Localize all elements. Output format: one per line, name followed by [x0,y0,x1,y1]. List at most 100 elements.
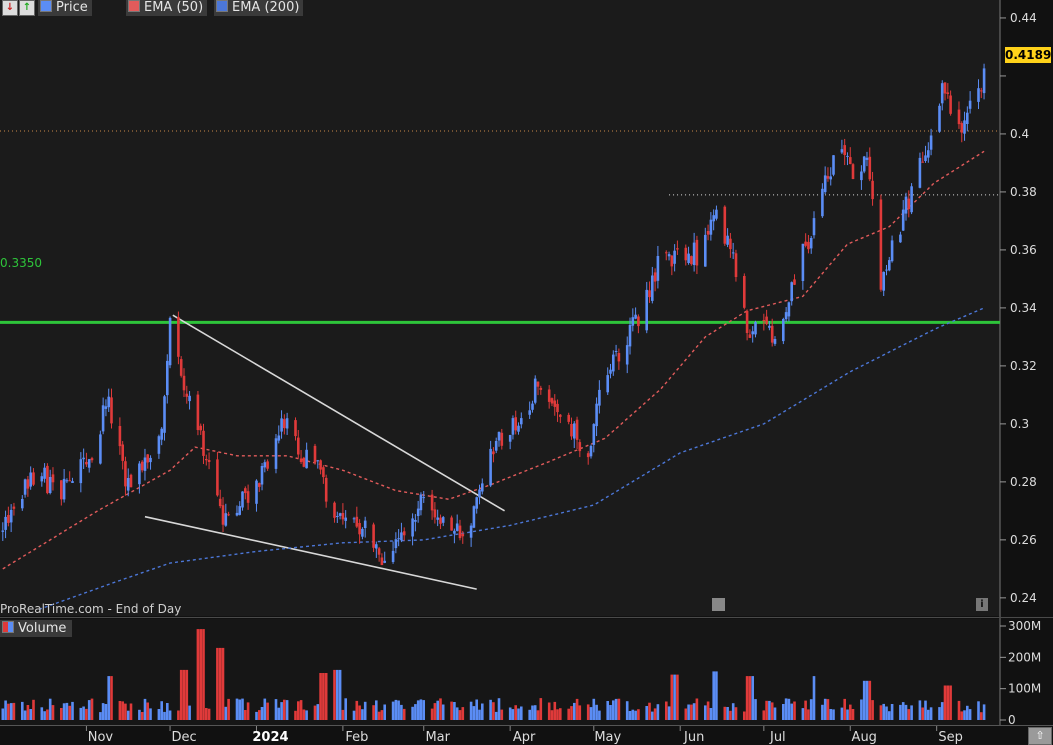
candle-body [453,530,456,534]
volume-bar [168,710,172,720]
volume-bar [294,710,297,720]
volume-bar [940,702,944,720]
volume-bar [107,676,110,720]
volume-bar [453,702,456,720]
volume-bar [126,710,130,720]
candle-body [690,256,693,265]
candle-body [508,435,512,442]
candle-body [556,403,559,413]
candle-body [51,474,55,483]
candle-body [263,462,267,468]
volume-bar [489,699,492,720]
candle-body [402,531,406,536]
volume-bar [104,704,108,720]
volume-bar [216,647,219,720]
volume-bar [394,699,398,720]
candle-body [166,360,169,396]
volume-bar [68,705,71,720]
month-label: Aug [852,730,877,745]
candle-body [227,514,230,516]
volume-bar [980,712,983,720]
volume-bar [402,708,406,720]
volume-bar [533,705,537,720]
volume-bar [277,707,281,720]
volume-bar [578,705,582,720]
volume-bar [46,709,49,720]
candle-body [129,474,133,488]
candle-body [333,502,336,518]
volume-bar [553,701,557,720]
current-price-tag: 0.4189 [1005,47,1052,63]
candle-body [285,418,289,429]
candle-body [146,454,149,463]
volume-bar [481,703,484,720]
legend-ema200[interactable]: EMA (200) [214,0,304,16]
volume-bar [665,701,668,720]
volume-bar [99,712,102,720]
volume-bar [436,700,439,720]
volume-bar [478,709,481,720]
candle-body [729,238,732,250]
volume-bar [352,710,356,720]
price-chart[interactable]: 0.24 0.26 0.28 0.3 0.32 0.34 0.36 0.38 0.4 0.44 0… [0,0,1053,745]
volume-bar [224,706,228,720]
arrow-down-icon[interactable]: ↓ [2,0,18,16]
candle-body [302,457,306,467]
volume-tick-label: 200M [1008,650,1041,664]
volume-bar [907,709,911,720]
month-label: Jul [769,730,786,745]
candle-body [547,389,551,402]
candle-body [419,494,423,511]
candle-body [888,260,891,271]
scroll-right-button[interactable]: ⇧ [1028,727,1052,745]
candle-body [46,465,49,494]
volume-bar [547,702,551,720]
volume-tick-label: 0 [1008,713,1016,727]
volume-bar [124,703,127,720]
volume-bar [358,705,361,720]
legend-price[interactable]: Price [38,0,92,16]
candle-body [517,425,520,432]
volume-bar [400,704,403,720]
volume-bar [731,703,735,720]
watermark: ProRealTime.com - End of Day [0,602,182,616]
candle-body [918,157,922,188]
candle-body [963,120,966,134]
volume-bar [960,711,964,720]
candle-body [843,145,846,155]
volume-bar [149,708,152,720]
candle-body [849,157,852,164]
legend-ema50[interactable]: EMA (50) [126,0,208,16]
info-icon[interactable]: i [976,598,988,611]
candle-body [868,156,872,180]
candle-body [712,215,715,222]
legend-price-label: Price [56,0,88,15]
candle-body [104,406,108,409]
volume-bar [575,698,579,720]
candle-body [280,418,283,432]
candle-body [163,396,166,433]
volume-bar [60,708,63,720]
volume-bar [709,708,713,720]
legend-volume[interactable]: Volume [0,620,73,637]
volume-bar [82,706,85,720]
candle-body [23,479,27,495]
level-price-label: 0.3350 [0,256,42,270]
candle-body [124,461,127,487]
price-tick-label: 0.32 [1010,359,1037,373]
candle-body [143,457,147,471]
volume-bar [957,700,961,720]
arrow-up-icon[interactable]: ↑ [19,0,35,16]
calendar-icon[interactable] [712,598,725,611]
volume-bar [238,699,241,720]
candle-body [768,325,771,328]
candle-body [416,508,420,516]
volume-bar [166,703,169,720]
candle-body [324,477,328,502]
volume-bar [851,709,855,720]
volume-bar [849,704,852,720]
volume-bar [283,699,286,720]
month-label: May [594,730,621,745]
volume-bar [840,707,844,720]
month-label: Apr [513,730,536,745]
